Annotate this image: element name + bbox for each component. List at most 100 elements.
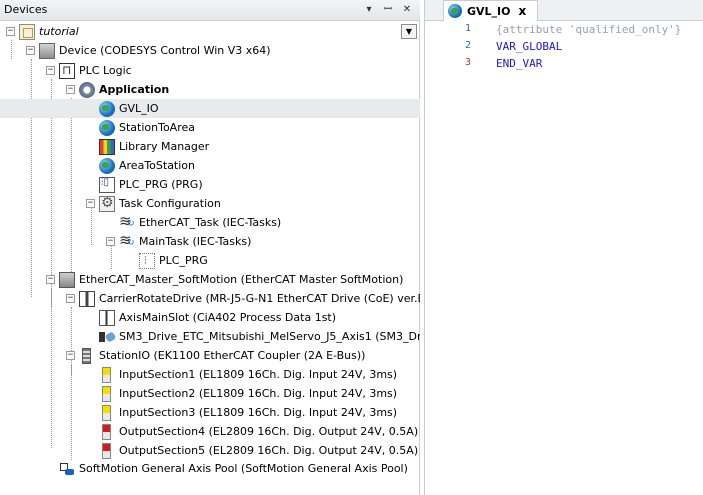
input-module-icon — [102, 366, 111, 383]
gvl-globe-icon — [448, 4, 462, 18]
plc-logic-icon — [59, 62, 75, 79]
tree-item-label: StationIO (EK1100 EtherCAT Coupler (2A E… — [99, 349, 366, 362]
device-tree: − tutorial − Device (CODESYS Control Win V3… — [0, 21, 420, 495]
tree-item[interactable]: Library Manager — [86, 137, 209, 156]
ethercat-master-icon — [59, 271, 75, 288]
tree-item[interactable]: − CarrierRotateDrive (MR-J5-G-N1 EtherCAT… — [66, 289, 420, 308]
tree-item-label: EtherCAT_Master_SoftMotion (EtherCAT Mas… — [79, 273, 404, 286]
editor-tab-bar: GVL_IO x — [425, 0, 703, 21]
code-text: {attribute 'qualified_only'} — [496, 23, 682, 36]
tree-item[interactable]: − MainTask (IEC-Tasks) — [106, 231, 252, 251]
tree-item[interactable]: InputSection2 (EL1809 16Ch. Dig. Input 2… — [86, 384, 397, 403]
application-gear-icon — [79, 81, 95, 98]
gvl-globe-icon — [99, 157, 115, 174]
tree-connector-line — [51, 288, 52, 448]
gvl-globe-icon — [99, 100, 115, 117]
collapse-toggle-icon[interactable]: − — [46, 275, 55, 284]
tree-item[interactable]: EtherCAT_Task (IEC-Tasks) — [106, 212, 282, 232]
collapse-toggle-icon[interactable]: − — [46, 66, 55, 75]
tree-connector-line — [11, 40, 12, 59]
close-panel-icon[interactable]: ✕ — [400, 3, 414, 17]
tree-item[interactable]: OutputSection5 (EL2809 16Ch. Dig. Output… — [86, 441, 418, 460]
collapse-toggle-icon[interactable]: − — [86, 199, 95, 208]
tab-gvl-io[interactable]: GVL_IO x — [443, 0, 538, 21]
code-line[interactable]: 2 VAR_GLOBAL — [425, 39, 703, 56]
library-manager-icon — [99, 138, 115, 155]
tree-item[interactable]: − tutorial — [6, 22, 79, 41]
pin-icon[interactable]: ꟷ — [381, 3, 395, 17]
line-number: 3 — [464, 57, 471, 68]
tree-item-label: OutputSection4 (EL2809 16Ch. Dig. Output… — [119, 425, 419, 438]
tree-item-label: SoftMotion General Axis Pool (SoftMotion… — [79, 462, 408, 475]
devices-panel: Devices ▾ ꟷ ✕ ▼ − tutorial − Device (CODESY… — [0, 0, 420, 495]
tab-label: GVL_IO — [467, 4, 511, 18]
tree-item-label: GVL_IO — [119, 102, 159, 115]
project-icon — [19, 23, 35, 40]
tree-item-label: EtherCAT_Task (IEC-Tasks) — [139, 216, 282, 229]
collapse-toggle-icon[interactable]: − — [66, 85, 75, 94]
output-module-icon — [102, 442, 111, 459]
tree-item-label: Library Manager — [119, 140, 210, 153]
tree-item-label: InputSection3 (EL1809 16Ch. Dig. Input 2… — [119, 406, 398, 419]
close-tab-icon[interactable]: x — [519, 4, 527, 18]
tree-item[interactable]: StationToArea — [86, 118, 195, 137]
tree-item-label: PLC_PRG — [159, 254, 208, 267]
collapse-toggle-icon[interactable]: − — [66, 294, 75, 303]
tree-item-label: PLC_PRG (PRG) — [119, 178, 203, 191]
tree-item[interactable]: − Application — [66, 80, 169, 99]
editor-panel: GVL_IO x 1 {attribute 'qualified_only'} 2 V… — [424, 0, 703, 495]
tree-item[interactable]: − StationIO (EK1100 EtherCAT Coupler (2A … — [66, 346, 365, 365]
tree-item[interactable]: − PLC Logic — [46, 61, 132, 80]
tree-item-label: Application — [99, 83, 170, 96]
tree-item-label: InputSection1 (EL1809 16Ch. Dig. Input 2… — [119, 368, 398, 381]
tree-item[interactable]: InputSection1 (EL1809 16Ch. Dig. Input 2… — [86, 365, 397, 384]
tree-item[interactable]: PLC_PRG (PRG) — [86, 175, 203, 194]
axis-slot-icon — [99, 309, 115, 326]
collapse-toggle-icon[interactable]: − — [6, 27, 15, 36]
input-module-icon — [102, 385, 111, 402]
tree-item[interactable]: SoftMotion General Axis Pool (SoftMotion… — [46, 459, 408, 478]
tree-connector-line — [31, 59, 32, 297]
tree-item[interactable]: AreaToStation — [86, 156, 195, 175]
collapse-toggle-icon[interactable]: − — [26, 46, 35, 55]
code-text: END_VAR — [496, 57, 543, 70]
collapse-toggle-icon[interactable]: − — [66, 351, 75, 360]
task-configuration-icon — [99, 195, 115, 212]
tree-connector-line — [71, 365, 72, 460]
tree-item[interactable]: − Task Configuration — [86, 194, 221, 213]
tree-item-label: AxisMainSlot (CiA402 Process Data 1st) — [119, 311, 337, 324]
tree-item-label: PLC Logic — [79, 64, 132, 77]
tree-item-label: Device (CODESYS Control Win V3 x64) — [59, 44, 271, 57]
tree-item[interactable]: InputSection3 (EL1809 16Ch. Dig. Input 2… — [86, 403, 397, 422]
gvl-globe-icon — [99, 119, 115, 136]
tree-item[interactable]: GVL_IO — [0, 99, 420, 118]
device-icon — [39, 42, 55, 59]
panel-dropdown-icon[interactable]: ▾ — [362, 3, 376, 17]
tree-item[interactable]: PLC_PRG — [126, 251, 208, 270]
tree-item[interactable]: OutputSection4 (EL2809 16Ch. Dig. Output… — [86, 422, 418, 441]
tree-item-label: InputSection2 (EL1809 16Ch. Dig. Input 2… — [119, 387, 398, 400]
input-module-icon — [102, 404, 111, 421]
tree-item[interactable]: − EtherCAT_Master_SoftMotion (EtherCAT Ma… — [46, 270, 403, 289]
code-line[interactable]: 3 END_VAR — [425, 56, 703, 73]
line-number: 1 — [464, 23, 471, 34]
tree-item-label: StationToArea — [119, 121, 196, 134]
code-line[interactable]: 1 {attribute 'qualified_only'} — [425, 22, 703, 39]
devices-title-bar: Devices ▾ ꟷ ✕ — [0, 0, 420, 21]
tree-item[interactable]: − Device (CODESYS Control Win V3 x64) — [26, 41, 271, 60]
tree-item-label: OutputSection5 (EL2809 16Ch. Dig. Output… — [119, 444, 419, 457]
tree-item[interactable]: SM3_Drive_ETC_Mitsubishi_MelServo_J5_Axi… — [86, 327, 420, 346]
axis-icon — [99, 329, 115, 345]
tree-item-label: Task Configuration — [119, 197, 221, 210]
coupler-icon — [82, 347, 91, 364]
drive-icon — [79, 290, 95, 307]
line-number: 2 — [464, 40, 471, 51]
tree-item[interactable]: AxisMainSlot (CiA402 Process Data 1st) — [86, 308, 336, 327]
tree-item-label: MainTask (IEC-Tasks) — [139, 235, 252, 248]
tree-item-label: SM3_Drive_ETC_Mitsubishi_MelServo_J5_Axi… — [119, 330, 420, 343]
collapse-toggle-icon[interactable]: − — [106, 237, 115, 246]
code-text: VAR_GLOBAL — [496, 40, 563, 53]
task-icon — [119, 231, 135, 250]
tree-item-label: CarrierRotateDrive (MR-J5-G-N1 EtherCAT … — [99, 292, 420, 305]
output-module-icon — [102, 423, 111, 440]
